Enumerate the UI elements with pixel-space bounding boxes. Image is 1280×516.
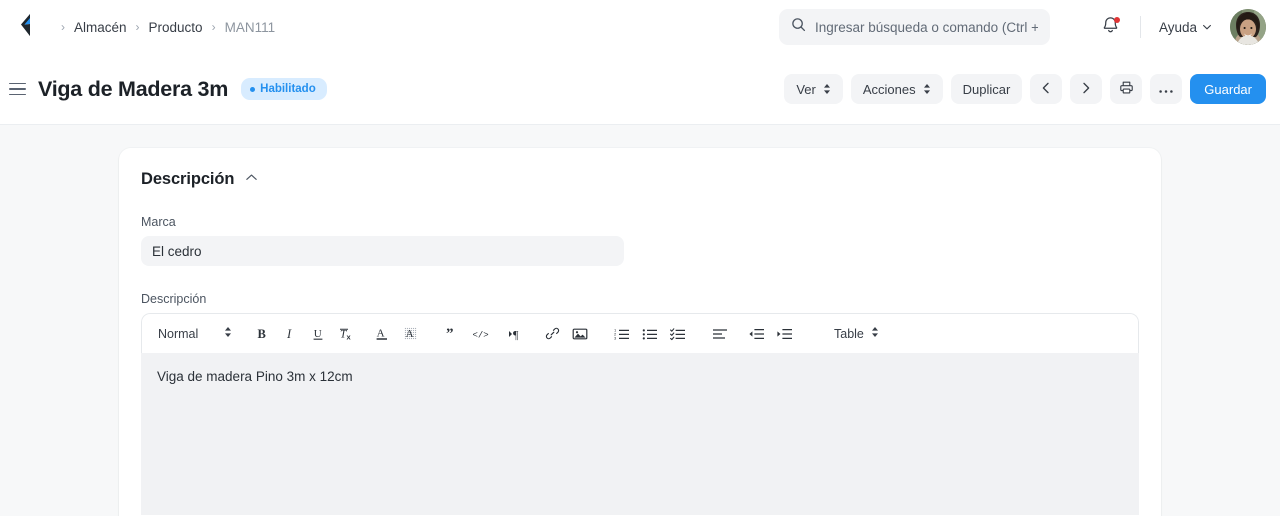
- svg-text:A: A: [405, 328, 413, 340]
- global-search[interactable]: [779, 9, 1050, 45]
- editor-content[interactable]: Viga de madera Pino 3m x 12cm: [141, 353, 1139, 515]
- highlight-icon[interactable]: A: [396, 320, 424, 348]
- text-color-icon[interactable]: A: [368, 320, 396, 348]
- svg-text:I: I: [286, 327, 292, 341]
- breadcrumb-item-almacen[interactable]: Almacén: [74, 20, 127, 35]
- image-icon[interactable]: [566, 320, 594, 348]
- duplicate-button[interactable]: Duplicar: [950, 74, 1023, 104]
- chevron-updown-icon: [923, 83, 931, 95]
- chevron-left-icon: [1040, 82, 1052, 97]
- print-button[interactable]: [1110, 74, 1143, 104]
- checklist-icon[interactable]: [664, 320, 692, 348]
- breadcrumb-item-current: MAN111: [224, 19, 276, 35]
- avatar[interactable]: [1230, 9, 1266, 45]
- rich-text-editor: Normal B I U T x A A ” </> ¶ 1 2 3 Table…: [141, 313, 1139, 515]
- svg-text:3: 3: [614, 335, 617, 340]
- svg-text:U: U: [314, 328, 322, 340]
- page-header-actions: Ver Acciones Duplicar Guardar: [784, 74, 1266, 104]
- search-input[interactable]: [815, 19, 1038, 35]
- section-header-descripcion[interactable]: Descripción: [141, 170, 1139, 189]
- blockquote-icon[interactable]: ”: [438, 320, 466, 348]
- status-badge: Habilitado: [241, 78, 327, 100]
- code-icon[interactable]: </>: [466, 320, 494, 348]
- breadcrumb-separator: ›: [135, 20, 140, 34]
- description-card: Descripción Marca Descripción Normal: [119, 148, 1161, 516]
- notifications-button[interactable]: [1094, 10, 1128, 44]
- ellipsis-icon: [1158, 82, 1174, 97]
- chevron-updown-icon: [871, 326, 879, 341]
- next-record-button[interactable]: [1070, 74, 1103, 104]
- text-direction-icon[interactable]: ¶: [502, 320, 530, 348]
- save-button[interactable]: Guardar: [1190, 74, 1266, 104]
- status-dot-icon: [250, 86, 256, 92]
- table-select[interactable]: Table: [826, 321, 887, 346]
- svg-text:x: x: [346, 332, 351, 341]
- table-label: Table: [834, 326, 864, 341]
- ordered-list-icon[interactable]: 1 2 3: [608, 320, 636, 348]
- marca-label: Marca: [141, 215, 176, 229]
- duplicate-label: Duplicar: [962, 81, 1011, 97]
- indent-icon[interactable]: [770, 320, 798, 348]
- svg-text:A: A: [377, 328, 385, 340]
- navbar-right-group: Ayuda: [1094, 0, 1266, 54]
- section-title: Descripción: [141, 170, 235, 188]
- descripcion-label: Descripción: [141, 292, 207, 306]
- bold-icon[interactable]: B: [248, 320, 276, 348]
- chevron-logo-icon: [15, 13, 35, 42]
- text-style-label: Normal: [158, 326, 199, 341]
- svg-text:B: B: [258, 327, 266, 341]
- more-options-button[interactable]: [1150, 74, 1183, 104]
- top-navbar: › Almacén › Producto › MAN111 Ingresar b…: [0, 0, 1280, 54]
- breadcrumb-separator: ›: [211, 20, 216, 34]
- search-icon: [791, 17, 806, 37]
- bullet-list-icon[interactable]: [636, 320, 664, 348]
- clear-format-icon[interactable]: T x: [332, 320, 360, 348]
- svg-text:¶: ¶: [513, 327, 519, 341]
- breadcrumb-item-producto[interactable]: Producto: [149, 20, 203, 35]
- navbar-divider: [1139, 16, 1141, 38]
- link-icon[interactable]: [538, 320, 566, 348]
- actions-button[interactable]: Acciones: [850, 74, 943, 104]
- marca-input[interactable]: [141, 236, 624, 266]
- breadcrumb-separator: ›: [61, 20, 65, 34]
- editor-toolbar: Normal B I U T x A A ” </> ¶ 1 2 3 Table: [141, 313, 1139, 353]
- view-button[interactable]: Ver: [784, 74, 843, 104]
- printer-icon: [1119, 80, 1134, 98]
- chevron-down-icon: [1202, 20, 1212, 35]
- status-label: Habilitado: [260, 83, 316, 95]
- italic-icon[interactable]: I: [276, 320, 304, 348]
- previous-record-button[interactable]: [1030, 74, 1063, 104]
- view-label: Ver: [796, 81, 816, 97]
- notification-badge-dot: [1113, 17, 1120, 23]
- chevron-updown-icon: [224, 326, 232, 341]
- svg-text:</>: </>: [472, 330, 488, 340]
- chevron-right-icon: [1080, 82, 1092, 97]
- underline-icon[interactable]: U: [304, 320, 332, 348]
- page-title: Viga de Madera 3m: [38, 76, 229, 101]
- help-label: Ayuda: [1158, 19, 1197, 35]
- svg-text:”: ”: [446, 327, 454, 341]
- text-style-select[interactable]: Normal: [150, 321, 240, 346]
- chevron-updown-icon: [823, 83, 831, 95]
- app-logo[interactable]: [8, 10, 42, 44]
- hamburger-menu-icon[interactable]: [2, 74, 32, 104]
- align-icon[interactable]: [706, 320, 734, 348]
- help-dropdown[interactable]: Ayuda: [1155, 15, 1216, 40]
- outdent-icon[interactable]: [742, 320, 770, 348]
- page-header: Viga de Madera 3m Habilitado Ver Accione…: [0, 54, 1280, 125]
- breadcrumb: › Almacén › Producto › MAN111: [52, 20, 275, 35]
- chevron-up-icon[interactable]: [245, 171, 258, 189]
- actions-label: Acciones: [862, 81, 916, 97]
- page-body: Descripción Marca Descripción Normal: [0, 125, 1280, 516]
